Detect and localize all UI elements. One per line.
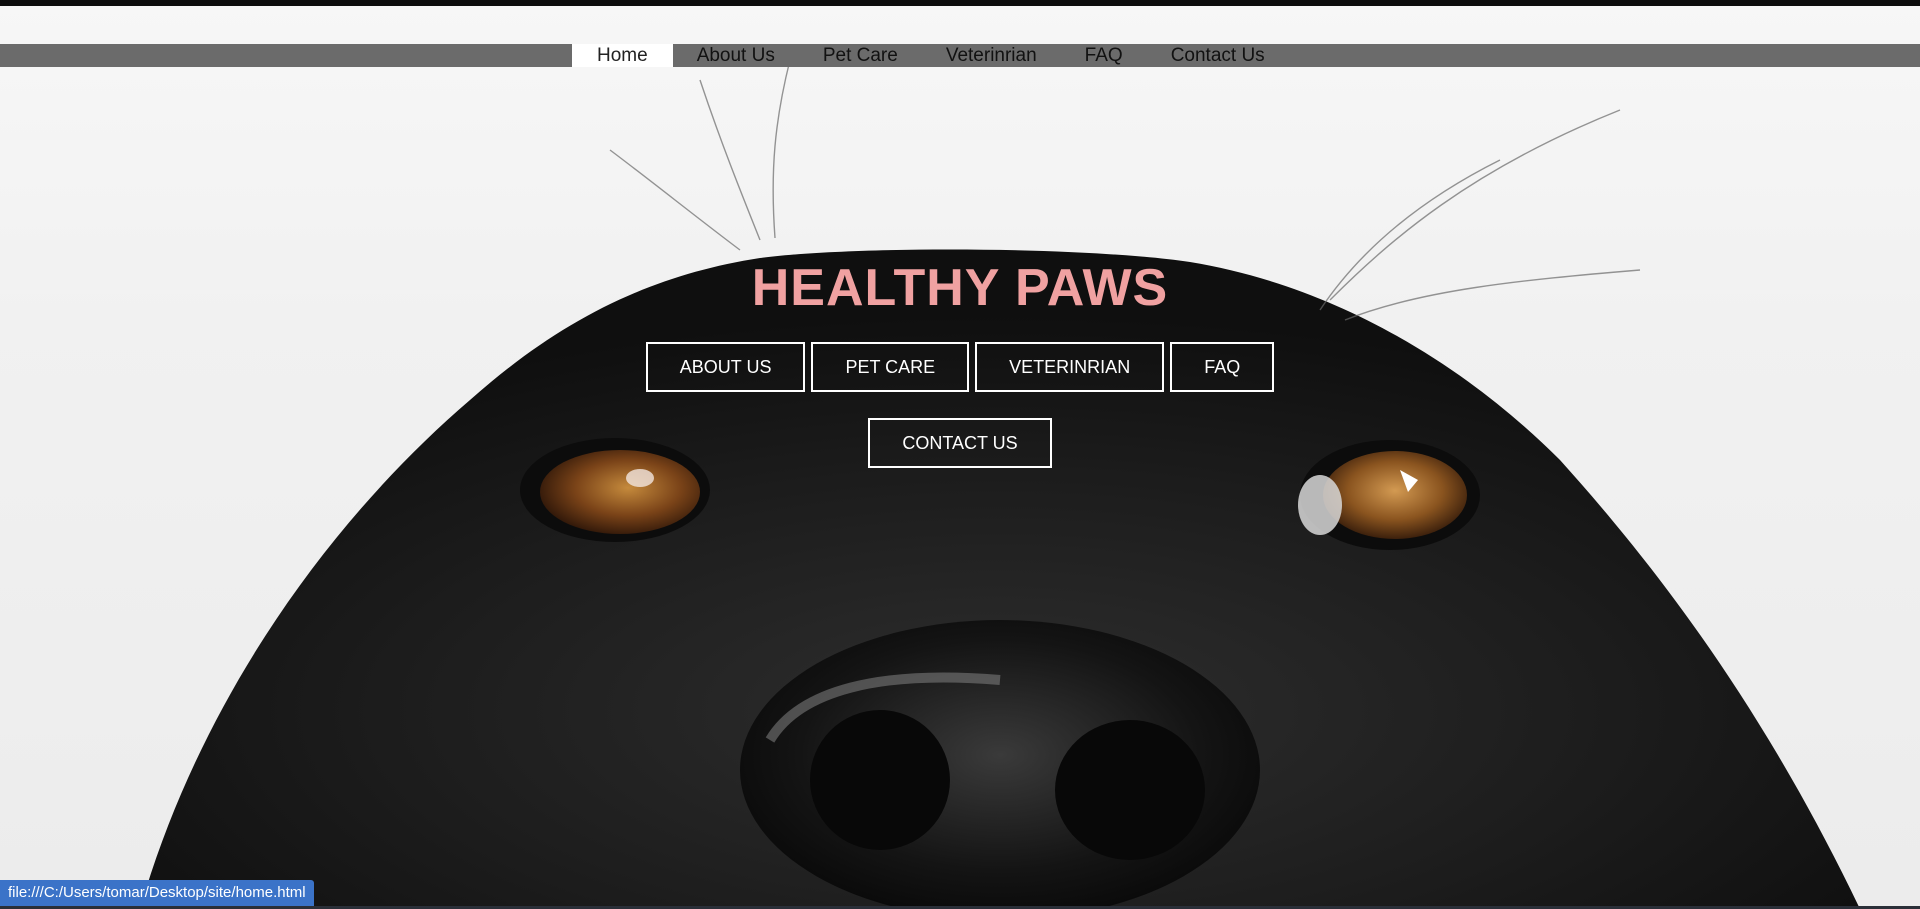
pet-care-button[interactable]: PET CARE: [811, 342, 970, 392]
nav-item-contact-us[interactable]: Contact Us: [1147, 44, 1289, 67]
hero-button-row-2: CONTACT US: [0, 418, 1920, 468]
faq-button[interactable]: FAQ: [1170, 342, 1275, 392]
site-title: HEALTHY PAWS: [751, 259, 1169, 317]
contact-us-button[interactable]: CONTACT US: [868, 418, 1052, 468]
nav-menu: Home About Us Pet Care Veterinrian FAQ C…: [572, 44, 1289, 67]
about-us-button[interactable]: ABOUT US: [645, 342, 806, 392]
veterinrian-button[interactable]: VETERINRIAN: [975, 342, 1165, 392]
nav-item-pet-care[interactable]: Pet Care: [799, 44, 922, 67]
nav-item-about-us[interactable]: About Us: [673, 44, 799, 67]
link-status-bar: file:///C:/Users/tomar/Desktop/site/home…: [0, 880, 314, 906]
nav-item-veterinrian[interactable]: Veterinrian: [922, 44, 1061, 67]
browser-top-edge: [0, 0, 1920, 6]
nav-item-home[interactable]: Home: [572, 44, 673, 67]
hero-button-row: ABOUT US PET CARE VETERINRIAN FAQ: [0, 342, 1920, 392]
nav-item-faq[interactable]: FAQ: [1061, 44, 1147, 67]
